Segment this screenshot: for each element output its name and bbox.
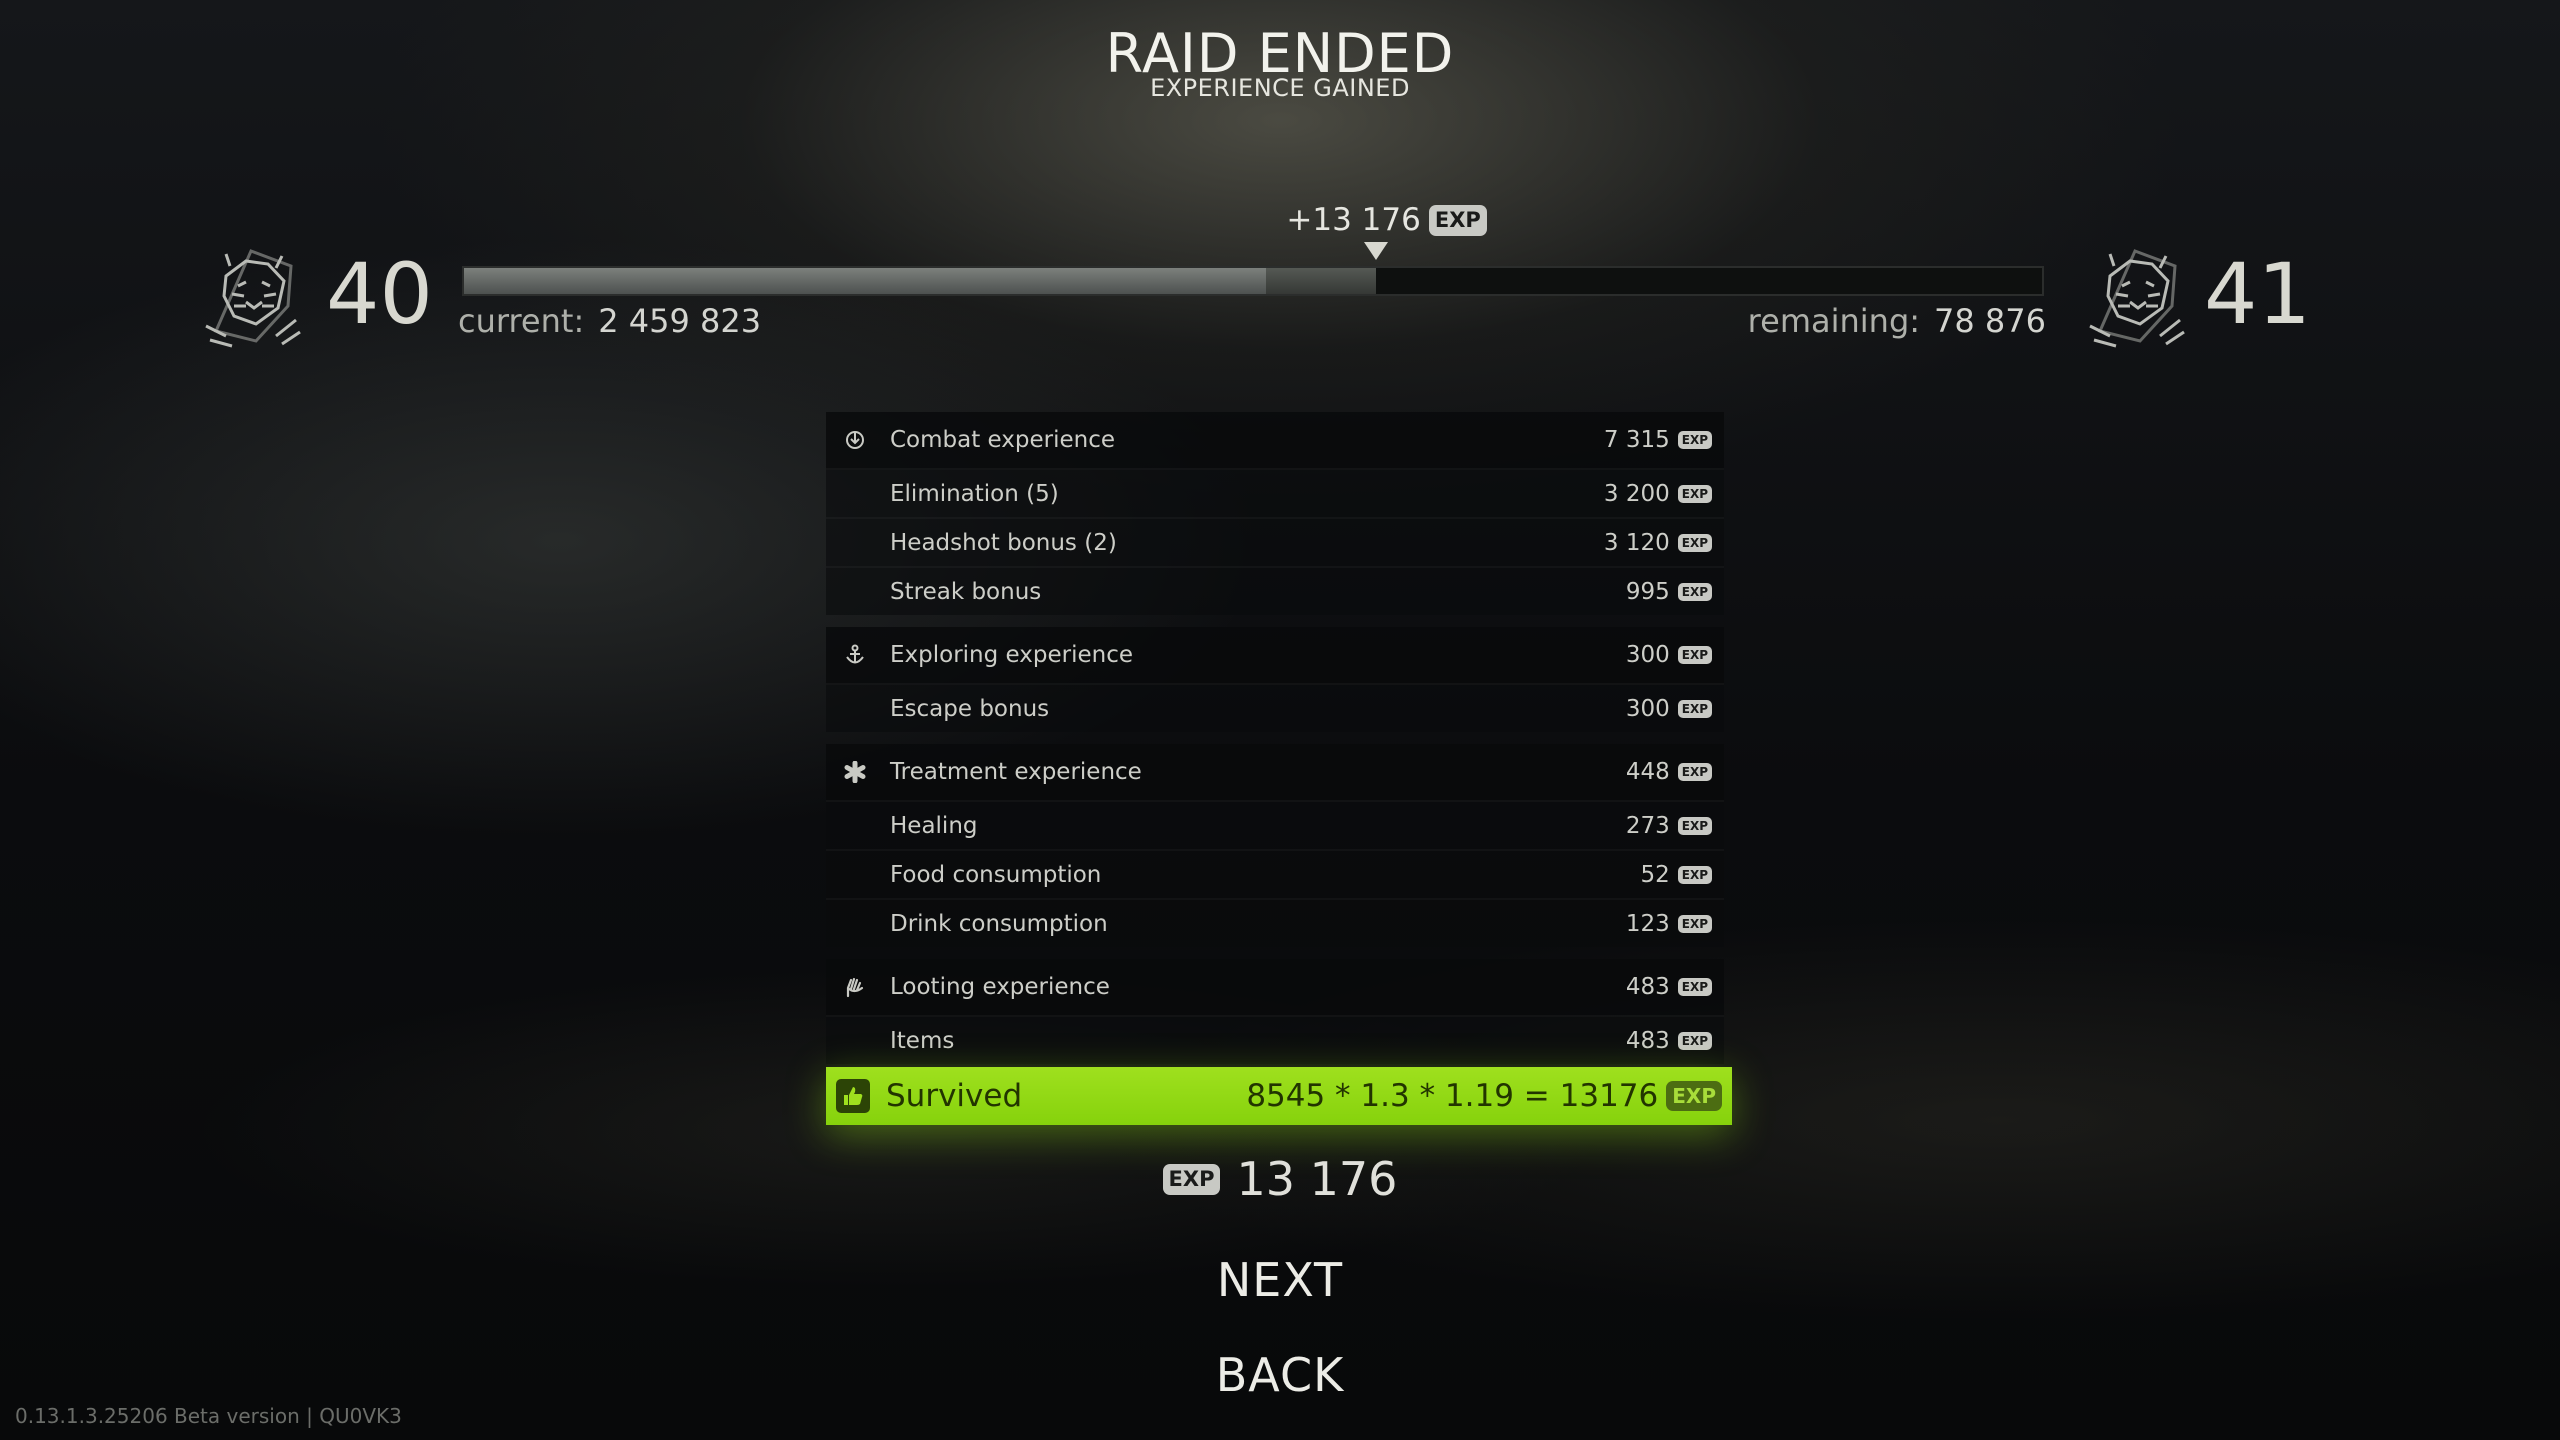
hand-icon <box>842 974 868 1000</box>
exp-badge-icon: EXP <box>1677 533 1712 552</box>
row-value-text: 3 120 <box>1603 529 1670 556</box>
group-header: Exploring experience 300 EXP <box>826 627 1724 685</box>
crosshair-icon <box>842 427 868 453</box>
exp-badge-icon: EXP <box>1677 816 1712 835</box>
list-item: Healing 273 EXP <box>826 802 1724 851</box>
remaining-exp: remaining: 78 876 <box>1748 302 2046 340</box>
group-header: Looting experience 483 EXP <box>826 959 1724 1017</box>
survived-banner: Survived 8545 * 1.3 * 1.19 = 13176 EXP <box>826 1067 1732 1125</box>
total-exp-value: 13 176 <box>1236 1152 1398 1206</box>
list-item: Items 483 EXP <box>826 1017 1724 1064</box>
row-label: Escape bonus <box>890 695 1050 722</box>
row-label: Healing <box>890 812 978 839</box>
back-button[interactable]: BACK <box>0 1348 2560 1402</box>
row-value: 52 EXP <box>1640 862 1712 888</box>
exp-badge-icon: EXP <box>1677 914 1712 933</box>
exp-badge-icon: EXP <box>1666 1081 1722 1111</box>
row-value-text: 273 <box>1625 812 1670 839</box>
exp-badge-icon: EXP <box>1162 1163 1221 1195</box>
group-value: 448 EXP <box>1626 759 1712 785</box>
row-value: 273 EXP <box>1626 813 1712 839</box>
row-label: Elimination (5) <box>890 480 1059 507</box>
row-label: Headshot bonus (2) <box>890 529 1117 556</box>
row-value: 483 EXP <box>1626 1028 1712 1054</box>
exp-badge-icon: EXP <box>1677 978 1712 996</box>
row-label: Food consumption <box>890 861 1102 888</box>
thumbs-up-icon <box>836 1079 870 1113</box>
experience-breakdown: Combat experience 7 315 EXP Elimination (… <box>826 412 1724 1076</box>
row-value: 3 120 EXP <box>1604 530 1712 556</box>
progress-fill-gained <box>1265 268 1377 294</box>
group-combat: Combat experience 7 315 EXP Elimination (… <box>826 412 1724 615</box>
exp-gain-value: +13 176 <box>1286 202 1421 238</box>
current-exp: current: 2 459 823 <box>458 302 761 340</box>
survived-label: Survived <box>886 1078 1023 1114</box>
exp-badge-icon: EXP <box>1677 431 1712 449</box>
group-exploring: Exploring experience 300 EXP Escape bonus… <box>826 627 1724 732</box>
level-progress-bar <box>462 266 2044 296</box>
exp-badge-icon: EXP <box>1677 1031 1712 1050</box>
group-title: Combat experience <box>890 427 1116 453</box>
row-value-text: 52 <box>1640 861 1670 888</box>
row-label: Streak bonus <box>890 578 1042 605</box>
list-item: Streak bonus 995 EXP <box>826 568 1724 615</box>
group-value-text: 448 <box>1625 759 1670 785</box>
tiger-head-icon <box>2080 236 2190 360</box>
remaining-exp-label: remaining: <box>1747 302 1921 340</box>
group-treatment: Treatment experience 448 EXP Healing 273 EX… <box>826 744 1724 947</box>
list-item: Elimination (5) 3 200 EXP <box>826 470 1724 519</box>
current-exp-label: current: <box>458 302 585 340</box>
row-value-text: 3 200 <box>1603 480 1670 507</box>
survived-formula-text: 8545 * 1.3 * 1.19 = 13176 <box>1246 1078 1659 1114</box>
group-value: 300 EXP <box>1626 642 1712 668</box>
progress-marker-icon <box>1364 242 1389 260</box>
row-value-text: 995 <box>1625 578 1670 605</box>
list-item: Drink consumption 123 EXP <box>826 900 1724 947</box>
row-value-text: 123 <box>1625 910 1670 937</box>
list-item: Headshot bonus (2) 3 120 EXP <box>826 519 1724 568</box>
row-value: 123 EXP <box>1626 911 1712 937</box>
medical-icon <box>842 759 868 785</box>
group-looting: Looting experience 483 EXP Items 483 EXP <box>826 959 1724 1064</box>
anchor-icon <box>842 642 868 668</box>
group-value-text: 483 <box>1625 974 1670 1000</box>
row-value-text: 483 <box>1625 1027 1670 1054</box>
group-value: 7 315 EXP <box>1604 427 1712 453</box>
exp-badge-icon: EXP <box>1677 699 1712 718</box>
exp-gain-label: +13 176 EXP <box>1286 202 1487 238</box>
group-title: Treatment experience <box>890 759 1142 785</box>
exp-badge-icon: EXP <box>1677 484 1712 503</box>
row-value-text: 300 <box>1625 695 1670 722</box>
row-value: 300 EXP <box>1626 696 1712 722</box>
row-value: 3 200 EXP <box>1604 481 1712 507</box>
exp-badge-icon: EXP <box>1677 646 1712 664</box>
tiger-head-icon <box>196 236 306 360</box>
group-value: 483 EXP <box>1626 974 1712 1000</box>
progress-fill-before <box>464 268 1266 294</box>
list-item: Escape bonus 300 EXP <box>826 685 1724 732</box>
row-label: Items <box>890 1027 955 1054</box>
row-value: 995 EXP <box>1626 579 1712 605</box>
group-header: Treatment experience 448 EXP <box>826 744 1724 802</box>
group-title: Looting experience <box>890 974 1110 1000</box>
total-exp: EXP 13 176 <box>0 1152 2560 1206</box>
current-exp-value: 2 459 823 <box>598 302 762 340</box>
group-value-text: 300 <box>1625 642 1670 668</box>
group-value-text: 7 315 <box>1603 427 1670 453</box>
next-button[interactable]: NEXT <box>0 1253 2560 1307</box>
survived-formula: 8545 * 1.3 * 1.19 = 13176 EXP <box>1246 1078 1722 1114</box>
current-level: 40 <box>326 245 433 343</box>
row-label: Drink consumption <box>890 910 1108 937</box>
exp-badge-icon: EXP <box>1677 582 1712 601</box>
version-label: 0.13.1.3.25206 Beta version | QU0VK3 <box>15 1404 402 1428</box>
exp-badge-icon: EXP <box>1677 865 1712 884</box>
remaining-exp-value: 78 876 <box>1934 302 2046 340</box>
page-subtitle: EXPERIENCE GAINED <box>1150 74 1410 102</box>
group-header: Combat experience 7 315 EXP <box>826 412 1724 470</box>
group-title: Exploring experience <box>890 642 1134 668</box>
exp-badge-icon: EXP <box>1677 763 1712 781</box>
list-item: Food consumption 52 EXP <box>826 851 1724 900</box>
exp-badge-icon: EXP <box>1428 204 1487 236</box>
next-level: 41 <box>2204 245 2311 343</box>
